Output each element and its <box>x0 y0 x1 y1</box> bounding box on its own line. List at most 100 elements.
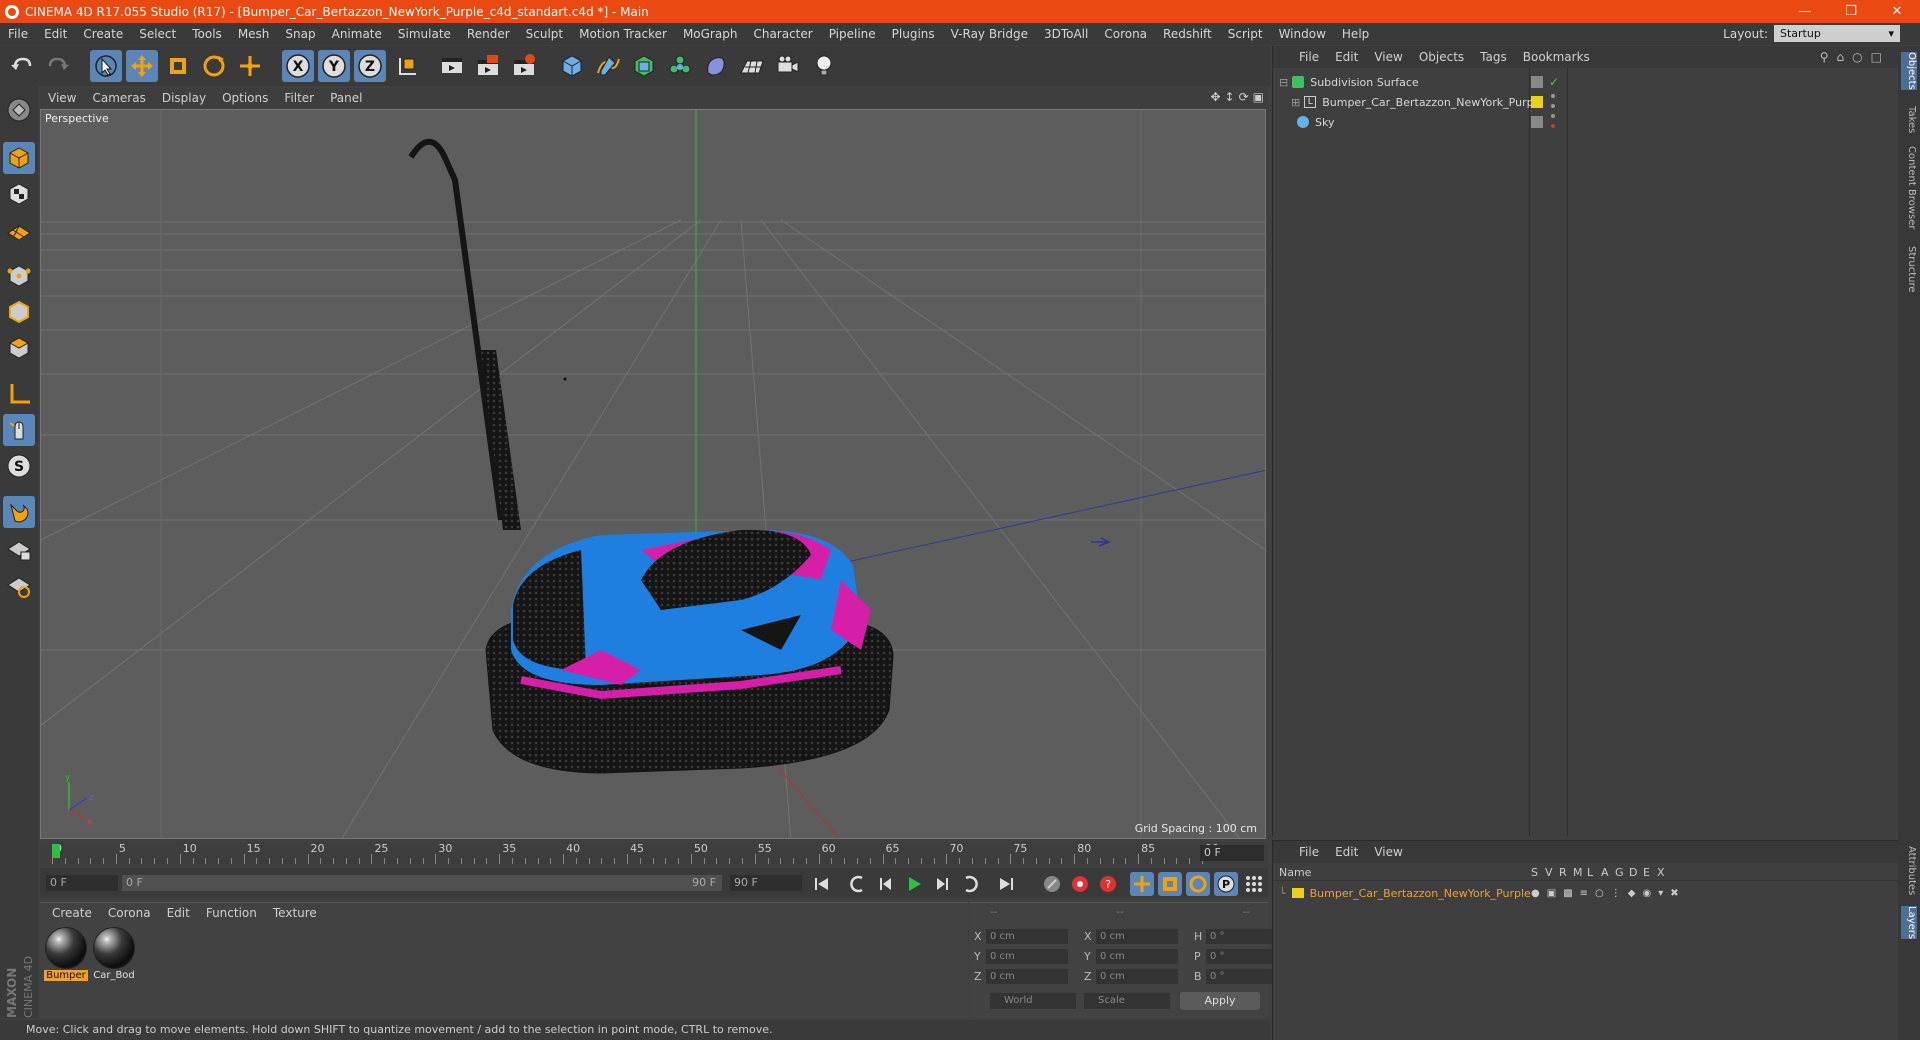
go-to-start-button[interactable] <box>810 872 834 896</box>
layer-column-a[interactable]: A <box>1601 866 1609 879</box>
tweak-mode-button[interactable] <box>3 414 35 446</box>
viewport-menu-filter[interactable]: Filter <box>276 91 322 105</box>
camera-object-button[interactable] <box>772 50 804 82</box>
layer-column-e[interactable]: E <box>1643 866 1650 879</box>
key-rotation-button[interactable] <box>1186 872 1210 896</box>
timeline-ruler[interactable]: 051015202530354045505560657075808590 0 F <box>40 842 1268 864</box>
previous-key-button[interactable] <box>846 872 870 896</box>
viewport-menu-cameras[interactable]: Cameras <box>84 91 153 105</box>
material-swatch[interactable]: Car_Bod <box>92 927 136 981</box>
viewport-menu-display[interactable]: Display <box>154 91 214 105</box>
solo-icon[interactable]: ● <box>1531 888 1540 899</box>
expand-icon[interactable]: ⊞ <box>1291 96 1300 109</box>
spline-pen-button[interactable] <box>592 50 624 82</box>
layer-column-name[interactable]: Name <box>1279 866 1311 879</box>
animation-icon[interactable]: ⋮ <box>1611 888 1621 899</box>
menu-item-redshift[interactable]: Redshift <box>1155 27 1220 41</box>
menu-item-create[interactable]: Create <box>75 27 131 41</box>
next-key-button[interactable] <box>958 872 982 896</box>
expand-icon[interactable]: ⊟ <box>1279 76 1288 89</box>
menu-item-script[interactable]: Script <box>1220 27 1271 41</box>
points-mode-button[interactable] <box>3 260 35 292</box>
object-menu-view[interactable]: View <box>1366 50 1410 64</box>
coordinate-mode-dropdown[interactable]: World <box>990 993 1076 1009</box>
deformer-button[interactable] <box>700 50 732 82</box>
playhead[interactable] <box>52 844 60 858</box>
layer-column-s[interactable]: S <box>1531 866 1538 879</box>
layer-color-swatch[interactable] <box>1291 888 1304 898</box>
view-icon[interactable]: ▣ <box>1547 888 1556 899</box>
menu-item-pipeline[interactable]: Pipeline <box>821 27 884 41</box>
coord-position-field[interactable]: 0 cm <box>986 968 1068 984</box>
side-tab-attributes[interactable]: Attributes <box>1901 846 1917 895</box>
menu-item-character[interactable]: Character <box>745 27 820 41</box>
menu-item-window[interactable]: Window <box>1271 27 1334 41</box>
render-view-button[interactable] <box>436 50 468 82</box>
layer-column-x[interactable]: X <box>1657 866 1665 879</box>
move-tool-button[interactable] <box>126 50 158 82</box>
start-frame-field[interactable]: 0 F <box>46 875 118 891</box>
menu-item-mesh[interactable]: Mesh <box>230 27 278 41</box>
locked-icon[interactable]: ○ <box>1595 888 1604 899</box>
z-axis-lock-button[interactable]: Z <box>354 50 386 82</box>
coord-size-field[interactable]: 0 cm <box>1096 928 1178 944</box>
coord-size-field[interactable]: 0 cm <box>1096 948 1178 964</box>
texture-mode-button[interactable] <box>3 178 35 210</box>
key-parameter-button[interactable]: P <box>1214 872 1238 896</box>
polygons-mode-button[interactable] <box>3 332 35 364</box>
key-point-level-button[interactable] <box>1242 872 1266 896</box>
coordinate-system-button[interactable] <box>392 50 424 82</box>
maximize-view-icon[interactable]: ▣ <box>1253 90 1264 104</box>
menu-item-simulate[interactable]: Simulate <box>390 27 459 41</box>
menu-item-snap[interactable]: Snap <box>277 27 323 41</box>
menu-item-animate[interactable]: Animate <box>324 27 390 41</box>
cube-object-button[interactable] <box>556 50 588 82</box>
object-menu-edit[interactable]: Edit <box>1327 50 1366 64</box>
side-tab-layers[interactable]: Layers <box>1901 906 1917 940</box>
edges-mode-button[interactable] <box>3 296 35 328</box>
render-dot-icon[interactable] <box>1551 104 1555 108</box>
visibility-dot-icon[interactable] <box>1551 114 1555 118</box>
render-icon[interactable]: ▩ <box>1563 888 1572 899</box>
object-row-bumper-car[interactable]: ⊞ L Bumper_Car_Bertazzon_NewYork_Purple <box>1273 92 1899 112</box>
layout-dropdown[interactable]: Startup ▾ <box>1774 25 1900 42</box>
previous-frame-button[interactable] <box>874 872 898 896</box>
apply-button[interactable]: Apply <box>1180 992 1260 1010</box>
manager-icon[interactable]: ≡ <box>1580 888 1588 899</box>
keyframe-selection-button[interactable]: ? <box>1096 872 1120 896</box>
generators-icon[interactable]: ◆ <box>1628 888 1636 899</box>
object-menu-tags[interactable]: Tags <box>1472 50 1515 64</box>
layer-menu-file[interactable]: File <box>1291 845 1327 859</box>
next-frame-button[interactable] <box>930 872 954 896</box>
menu-item-mograph[interactable]: MoGraph <box>675 27 746 41</box>
material-menu-texture[interactable]: Texture <box>265 906 325 920</box>
go-to-end-button[interactable] <box>994 872 1018 896</box>
undo-button[interactable] <box>6 50 38 82</box>
planar-workplane-button[interactable] <box>3 570 35 602</box>
material-swatch[interactable]: Bumper <box>44 927 88 981</box>
layer-column-r[interactable]: R <box>1559 866 1567 879</box>
layer-row[interactable]: └ Bumper_Car_Bertazzon_NewYork_Purple ● … <box>1273 883 1899 903</box>
coord-position-field[interactable]: 0 cm <box>986 928 1068 944</box>
floor-object-button[interactable] <box>736 50 768 82</box>
frame-range-slider[interactable]: 0 F 90 F <box>122 875 722 891</box>
lock-icon[interactable]: ○ <box>1852 50 1862 64</box>
close-icon[interactable]: ✕ <box>1874 0 1920 23</box>
side-tab-structure[interactable]: Structure <box>1901 246 1917 293</box>
minimize-icon[interactable]: — <box>1782 0 1828 23</box>
subdivision-surface-button[interactable] <box>628 50 660 82</box>
y-axis-lock-button[interactable]: Y <box>318 50 350 82</box>
cloner-button[interactable] <box>664 50 696 82</box>
material-menu-edit[interactable]: Edit <box>159 906 198 920</box>
menu-item-edit[interactable]: Edit <box>36 27 75 41</box>
render-to-picture-viewer-button[interactable] <box>472 50 504 82</box>
axis-mode-button[interactable] <box>3 378 35 410</box>
xref-icon[interactable]: ✖ <box>1670 888 1678 899</box>
menu-item-select[interactable]: Select <box>131 27 184 41</box>
recent-tool-button[interactable] <box>234 50 266 82</box>
expressions-icon[interactable]: ▾ <box>1658 888 1663 899</box>
home-icon[interactable]: ⌂ <box>1837 50 1845 64</box>
material-menu-corona[interactable]: Corona <box>100 906 159 920</box>
render-dot-icon[interactable] <box>1551 124 1555 128</box>
snap-settings-button[interactable]: S <box>3 450 35 482</box>
